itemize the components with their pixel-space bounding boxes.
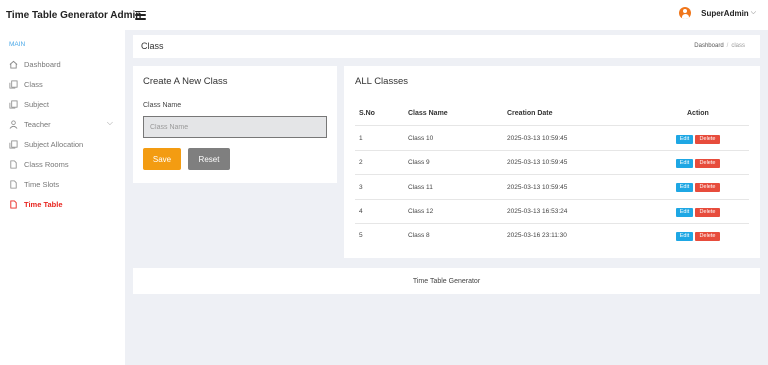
cell-sno: 4: [359, 208, 363, 215]
sidebar-item-label: Dashboard: [24, 59, 61, 69]
user-name[interactable]: SuperAdmin: [701, 9, 749, 18]
reset-button[interactable]: Reset: [188, 148, 230, 170]
class-name-input[interactable]: [143, 116, 327, 138]
sidebar-item-subject[interactable]: Subject: [0, 94, 125, 114]
chevron-down-icon[interactable]: ⌵: [751, 9, 756, 17]
table-divider: [355, 199, 749, 200]
column-header-creation-date: Creation Date: [507, 110, 553, 117]
breadcrumb-separator: /: [726, 43, 729, 49]
user-icon: [9, 119, 18, 129]
delete-button[interactable]: Delete: [695, 208, 720, 217]
sidebar-item-time-table[interactable]: Time Table: [0, 194, 125, 214]
breadcrumb-current: class: [731, 43, 745, 49]
cell-sno: 2: [359, 159, 363, 166]
cell-creation-date: 2025-03-13 16:53:24: [507, 208, 568, 215]
cell-class-name: Class 9: [408, 159, 430, 166]
delete-button[interactable]: Delete: [695, 232, 720, 241]
file-icon: [9, 179, 18, 189]
app-title[interactable]: Time Table Generator Admin: [0, 10, 141, 21]
sidebar-item-label: Subject Allocation: [24, 139, 84, 149]
sidebar-item-class[interactable]: Class: [0, 74, 125, 94]
cell-creation-date: 2025-03-13 10:59:45: [507, 184, 568, 191]
sidebar-item-teacher[interactable]: Teacher ⌵: [0, 114, 125, 134]
sidebar-item-dashboard[interactable]: Dashboard: [0, 54, 125, 74]
breadcrumb-dashboard[interactable]: Dashboard: [694, 43, 723, 49]
cell-creation-date: 2025-03-13 10:59:45: [507, 135, 568, 142]
sidebar-item-class-rooms[interactable]: Class Rooms: [0, 154, 125, 174]
file-icon: [9, 199, 18, 209]
sidebar-item-label: Class: [24, 79, 43, 89]
breadcrumb: Dashboard / class: [694, 43, 745, 49]
delete-button[interactable]: Delete: [695, 135, 720, 144]
cell-class-name: Class 11: [408, 184, 433, 191]
edit-button[interactable]: Edit: [676, 159, 693, 168]
avatar-icon[interactable]: [679, 7, 692, 19]
edit-button[interactable]: Edit: [676, 183, 693, 192]
cell-creation-date: 2025-03-16 23:11:30: [507, 232, 567, 239]
sidebar-item-label: Teacher: [24, 119, 51, 129]
cell-class-name: Class 10: [408, 135, 434, 142]
copy-icon: [9, 139, 18, 149]
sidebar-item-subject-allocation[interactable]: Subject Allocation: [0, 134, 125, 154]
sidebar-item-time-slots[interactable]: Time Slots: [0, 174, 125, 194]
class-name-label: Class Name: [143, 102, 182, 109]
delete-button[interactable]: Delete: [695, 159, 720, 168]
sidebar-item-label: Class Rooms: [24, 159, 69, 169]
column-header-sno: S.No: [359, 110, 375, 117]
page-header: Class Dashboard / class: [133, 35, 760, 58]
table-divider: [355, 223, 749, 224]
menu-toggle-icon[interactable]: [135, 10, 146, 20]
footer: Time Table Generator: [133, 268, 760, 294]
sidebar-section-label: MAIN: [9, 41, 26, 48]
home-icon: [9, 60, 18, 69]
table-title: ALL Classes: [355, 76, 408, 87]
table-divider: [355, 150, 749, 151]
cell-sno: 5: [359, 232, 363, 239]
footer-text: Time Table Generator: [412, 278, 481, 285]
table-divider: [355, 125, 749, 126]
chevron-down-icon[interactable]: ⌵: [107, 118, 113, 128]
cell-creation-date: 2025-03-13 10:59:45: [507, 159, 568, 166]
column-header-class-name: Class Name: [408, 110, 448, 117]
edit-button[interactable]: Edit: [676, 208, 693, 217]
sidebar-item-label: Time Table: [24, 199, 63, 209]
copy-icon: [9, 99, 18, 109]
top-navbar: Time Table Generator Admin SuperAdmin ⌵: [0, 0, 768, 30]
cell-sno: 3: [359, 184, 363, 191]
cell-sno: 1: [359, 135, 363, 142]
edit-button[interactable]: Edit: [676, 232, 693, 241]
edit-button[interactable]: Edit: [676, 135, 693, 144]
column-header-action: Action: [687, 110, 709, 117]
copy-icon: [9, 79, 18, 89]
page-title: Class: [141, 41, 164, 51]
cell-class-name: Class 12: [408, 208, 434, 215]
sidebar: MAIN Dashboard Class Subject Teacher ⌵ S…: [0, 30, 125, 365]
save-button[interactable]: Save: [143, 148, 181, 170]
cell-class-name: Class 8: [408, 232, 430, 239]
form-title: Create A New Class: [143, 76, 228, 87]
delete-button[interactable]: Delete: [695, 183, 720, 192]
sidebar-item-label: Time Slots: [24, 179, 60, 189]
file-icon: [9, 159, 18, 169]
table-divider: [355, 174, 749, 175]
sidebar-item-label: Subject: [24, 99, 50, 109]
user-menu[interactable]: SuperAdmin ⌵: [679, 7, 756, 19]
